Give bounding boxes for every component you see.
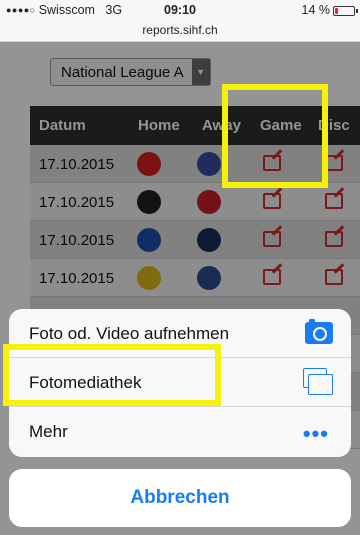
- option-label: Foto od. Video aufnehmen: [29, 324, 230, 343]
- cancel-button[interactable]: Abbrechen: [9, 469, 351, 527]
- highlight-box-game: [222, 84, 328, 188]
- option-label: Mehr: [29, 422, 68, 441]
- highlight-box-library: [3, 344, 221, 406]
- camera-icon: [305, 319, 333, 344]
- battery-icon: [333, 6, 358, 16]
- photo-library-icon: [303, 368, 333, 396]
- url-bar[interactable]: reports.sihf.ch: [0, 20, 360, 42]
- more-option[interactable]: Mehr •••: [9, 407, 351, 456]
- battery-percent: 14 %: [301, 3, 331, 17]
- status-bar: ●●●●○ Swisscom 3G 09:10 14 %: [0, 0, 360, 20]
- more-icon: •••: [302, 421, 329, 446]
